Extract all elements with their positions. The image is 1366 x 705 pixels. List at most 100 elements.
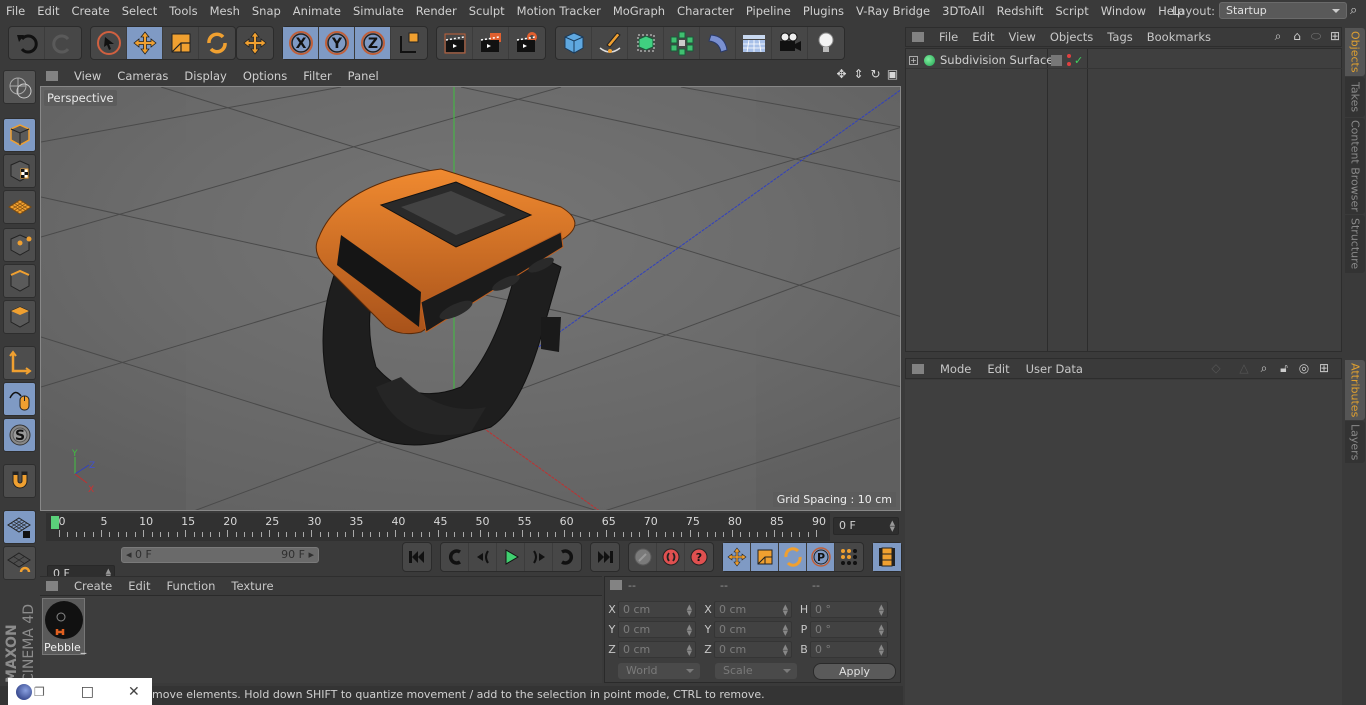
objects-menu-objects[interactable]: Objects bbox=[1043, 30, 1100, 44]
play-button[interactable] bbox=[497, 543, 525, 571]
viewport-menu-filter[interactable]: Filter bbox=[295, 69, 339, 83]
objects-menu-view[interactable]: View bbox=[1002, 30, 1043, 44]
material-menu-function[interactable]: Function bbox=[159, 579, 224, 593]
menu-mesh[interactable]: Mesh bbox=[204, 4, 246, 18]
panel-grip[interactable] bbox=[46, 581, 58, 591]
render-visibility-dot[interactable] bbox=[1067, 62, 1071, 66]
menu-file[interactable]: File bbox=[0, 4, 31, 18]
layout-dropdown[interactable]: Startup bbox=[1218, 2, 1347, 19]
undo-button[interactable] bbox=[9, 27, 45, 59]
panel-grip[interactable] bbox=[46, 71, 58, 81]
scale-tool-button[interactable] bbox=[163, 27, 199, 59]
rotation-b-field[interactable]: 0 ° ▲ ▼ bbox=[810, 640, 888, 658]
panel-grip[interactable] bbox=[912, 32, 924, 42]
target-icon[interactable]: ◎ bbox=[1296, 360, 1312, 376]
preview-range-slider[interactable]: ◂ 0 F 90 F ▸ bbox=[121, 547, 319, 563]
coordinate-mode-dropdown[interactable]: World bbox=[618, 663, 700, 679]
search-icon[interactable]: ⌕ bbox=[1270, 28, 1286, 44]
viewport-menu-panel[interactable]: Panel bbox=[340, 69, 387, 83]
snapping-button[interactable] bbox=[3, 464, 36, 498]
menu-snap[interactable]: Snap bbox=[246, 4, 287, 18]
menu-mograph[interactable]: MoGraph bbox=[607, 4, 671, 18]
maximize-view-icon[interactable]: ▣ bbox=[885, 67, 900, 82]
key-pla-button[interactable] bbox=[835, 543, 863, 571]
viewport-menu-display[interactable]: Display bbox=[176, 69, 234, 83]
goto-start-button[interactable] bbox=[403, 543, 431, 571]
tab-layers[interactable]: Layers bbox=[1345, 421, 1365, 463]
axis-mode-button[interactable] bbox=[3, 346, 36, 380]
menu-simulate[interactable]: Simulate bbox=[347, 4, 410, 18]
panel-grip[interactable] bbox=[610, 580, 622, 590]
y-axis-button[interactable]: Y bbox=[319, 27, 355, 59]
light-button[interactable] bbox=[808, 27, 844, 59]
solo-button[interactable]: S bbox=[3, 418, 36, 452]
render-settings-button[interactable] bbox=[509, 27, 545, 59]
material-menu-create[interactable]: Create bbox=[66, 579, 120, 593]
floor-button[interactable] bbox=[736, 27, 772, 59]
next-key-button[interactable] bbox=[553, 543, 581, 571]
menu-script[interactable]: Script bbox=[1049, 4, 1094, 18]
cloner-button[interactable] bbox=[664, 27, 700, 59]
position-y-field[interactable]: 0 cm ▲ ▼ bbox=[618, 620, 696, 638]
current-frame-field[interactable]: 0 F ▲ ▼ bbox=[833, 517, 899, 535]
new-window-icon[interactable]: ⊞ bbox=[1316, 360, 1332, 376]
rotate-tool-button[interactable] bbox=[199, 27, 235, 59]
viewport-menu-cameras[interactable]: Cameras bbox=[109, 69, 176, 83]
spinner-icon[interactable]: ▲▼ bbox=[890, 520, 895, 533]
polygons-mode-button[interactable] bbox=[3, 300, 36, 334]
tab-objects[interactable]: Objects bbox=[1345, 28, 1365, 76]
up-icon[interactable]: △ bbox=[1236, 360, 1252, 376]
attributes-menu-edit[interactable]: Edit bbox=[979, 362, 1017, 376]
material-swatch[interactable]: Pebble_ bbox=[42, 598, 86, 655]
object-name[interactable]: Subdivision Surface bbox=[940, 53, 1053, 67]
back-icon[interactable]: ◇ bbox=[1200, 360, 1232, 376]
search-icon[interactable]: ⌕ bbox=[1350, 3, 1357, 18]
orbit-view-icon[interactable]: ↻ bbox=[868, 67, 883, 82]
redo-button[interactable] bbox=[45, 27, 81, 59]
menu-window[interactable]: Window bbox=[1095, 4, 1152, 18]
keyframe-selection-button[interactable] bbox=[629, 543, 657, 571]
material-menu-edit[interactable]: Edit bbox=[120, 579, 158, 593]
menu-redshift[interactable]: Redshift bbox=[991, 4, 1050, 18]
objects-menu-bookmarks[interactable]: Bookmarks bbox=[1140, 30, 1218, 44]
tab-structure[interactable]: Structure bbox=[1345, 215, 1365, 273]
menu-create[interactable]: Create bbox=[66, 4, 116, 18]
render-picture-viewer-button[interactable] bbox=[473, 27, 509, 59]
restore-icon[interactable]: ❐ bbox=[34, 685, 45, 699]
tweak-mode-button[interactable] bbox=[3, 382, 36, 416]
pen-button[interactable] bbox=[592, 27, 628, 59]
zoom-view-icon[interactable]: ⇕ bbox=[851, 67, 866, 82]
menu-render[interactable]: Render bbox=[410, 4, 463, 18]
editor-visibility-dot[interactable] bbox=[1067, 54, 1071, 58]
menu-character[interactable]: Character bbox=[671, 4, 740, 18]
viewport-menu-view[interactable]: View bbox=[66, 69, 109, 83]
camera-label[interactable]: Perspective bbox=[44, 90, 117, 106]
tab-attributes[interactable]: Attributes bbox=[1345, 360, 1365, 420]
home-icon[interactable]: ⌂ bbox=[1289, 28, 1305, 44]
material-menu-texture[interactable]: Texture bbox=[223, 579, 281, 593]
key-position-button[interactable] bbox=[723, 543, 751, 571]
position-x-field[interactable]: 0 cm ▲ ▼ bbox=[618, 600, 696, 618]
make-editable-button[interactable] bbox=[3, 70, 36, 104]
next-frame-button[interactable] bbox=[525, 543, 553, 571]
size-z-field[interactable]: 0 cm ▲ ▼ bbox=[714, 640, 792, 658]
viewport-menu-options[interactable]: Options bbox=[235, 69, 295, 83]
key-rotation-button[interactable] bbox=[779, 543, 807, 571]
cube-button[interactable] bbox=[556, 27, 592, 59]
menu-3dtoall[interactable]: 3DToAll bbox=[936, 4, 991, 18]
objects-menu-edit[interactable]: Edit bbox=[965, 30, 1001, 44]
menu-select[interactable]: Select bbox=[116, 4, 163, 18]
workplane-mode-button[interactable] bbox=[3, 190, 36, 224]
3d-viewport[interactable]: Y Z X Perspective Grid Spacing : 10 cm bbox=[40, 86, 901, 511]
menu-tools[interactable]: Tools bbox=[163, 4, 203, 18]
model-mode-button[interactable] bbox=[3, 118, 36, 152]
position-z-field[interactable]: 0 cm ▲ ▼ bbox=[618, 640, 696, 658]
menu-animate[interactable]: Animate bbox=[287, 4, 347, 18]
subdivision-surface-button[interactable] bbox=[628, 27, 664, 59]
search-icon[interactable]: ⌕ bbox=[1256, 360, 1272, 376]
coordinate-system-button[interactable] bbox=[391, 27, 427, 59]
menu-edit[interactable]: Edit bbox=[31, 4, 65, 18]
tab-takes[interactable]: Takes bbox=[1345, 77, 1365, 117]
locked-workplane-button[interactable] bbox=[3, 510, 36, 544]
panel-grip[interactable] bbox=[912, 363, 924, 374]
